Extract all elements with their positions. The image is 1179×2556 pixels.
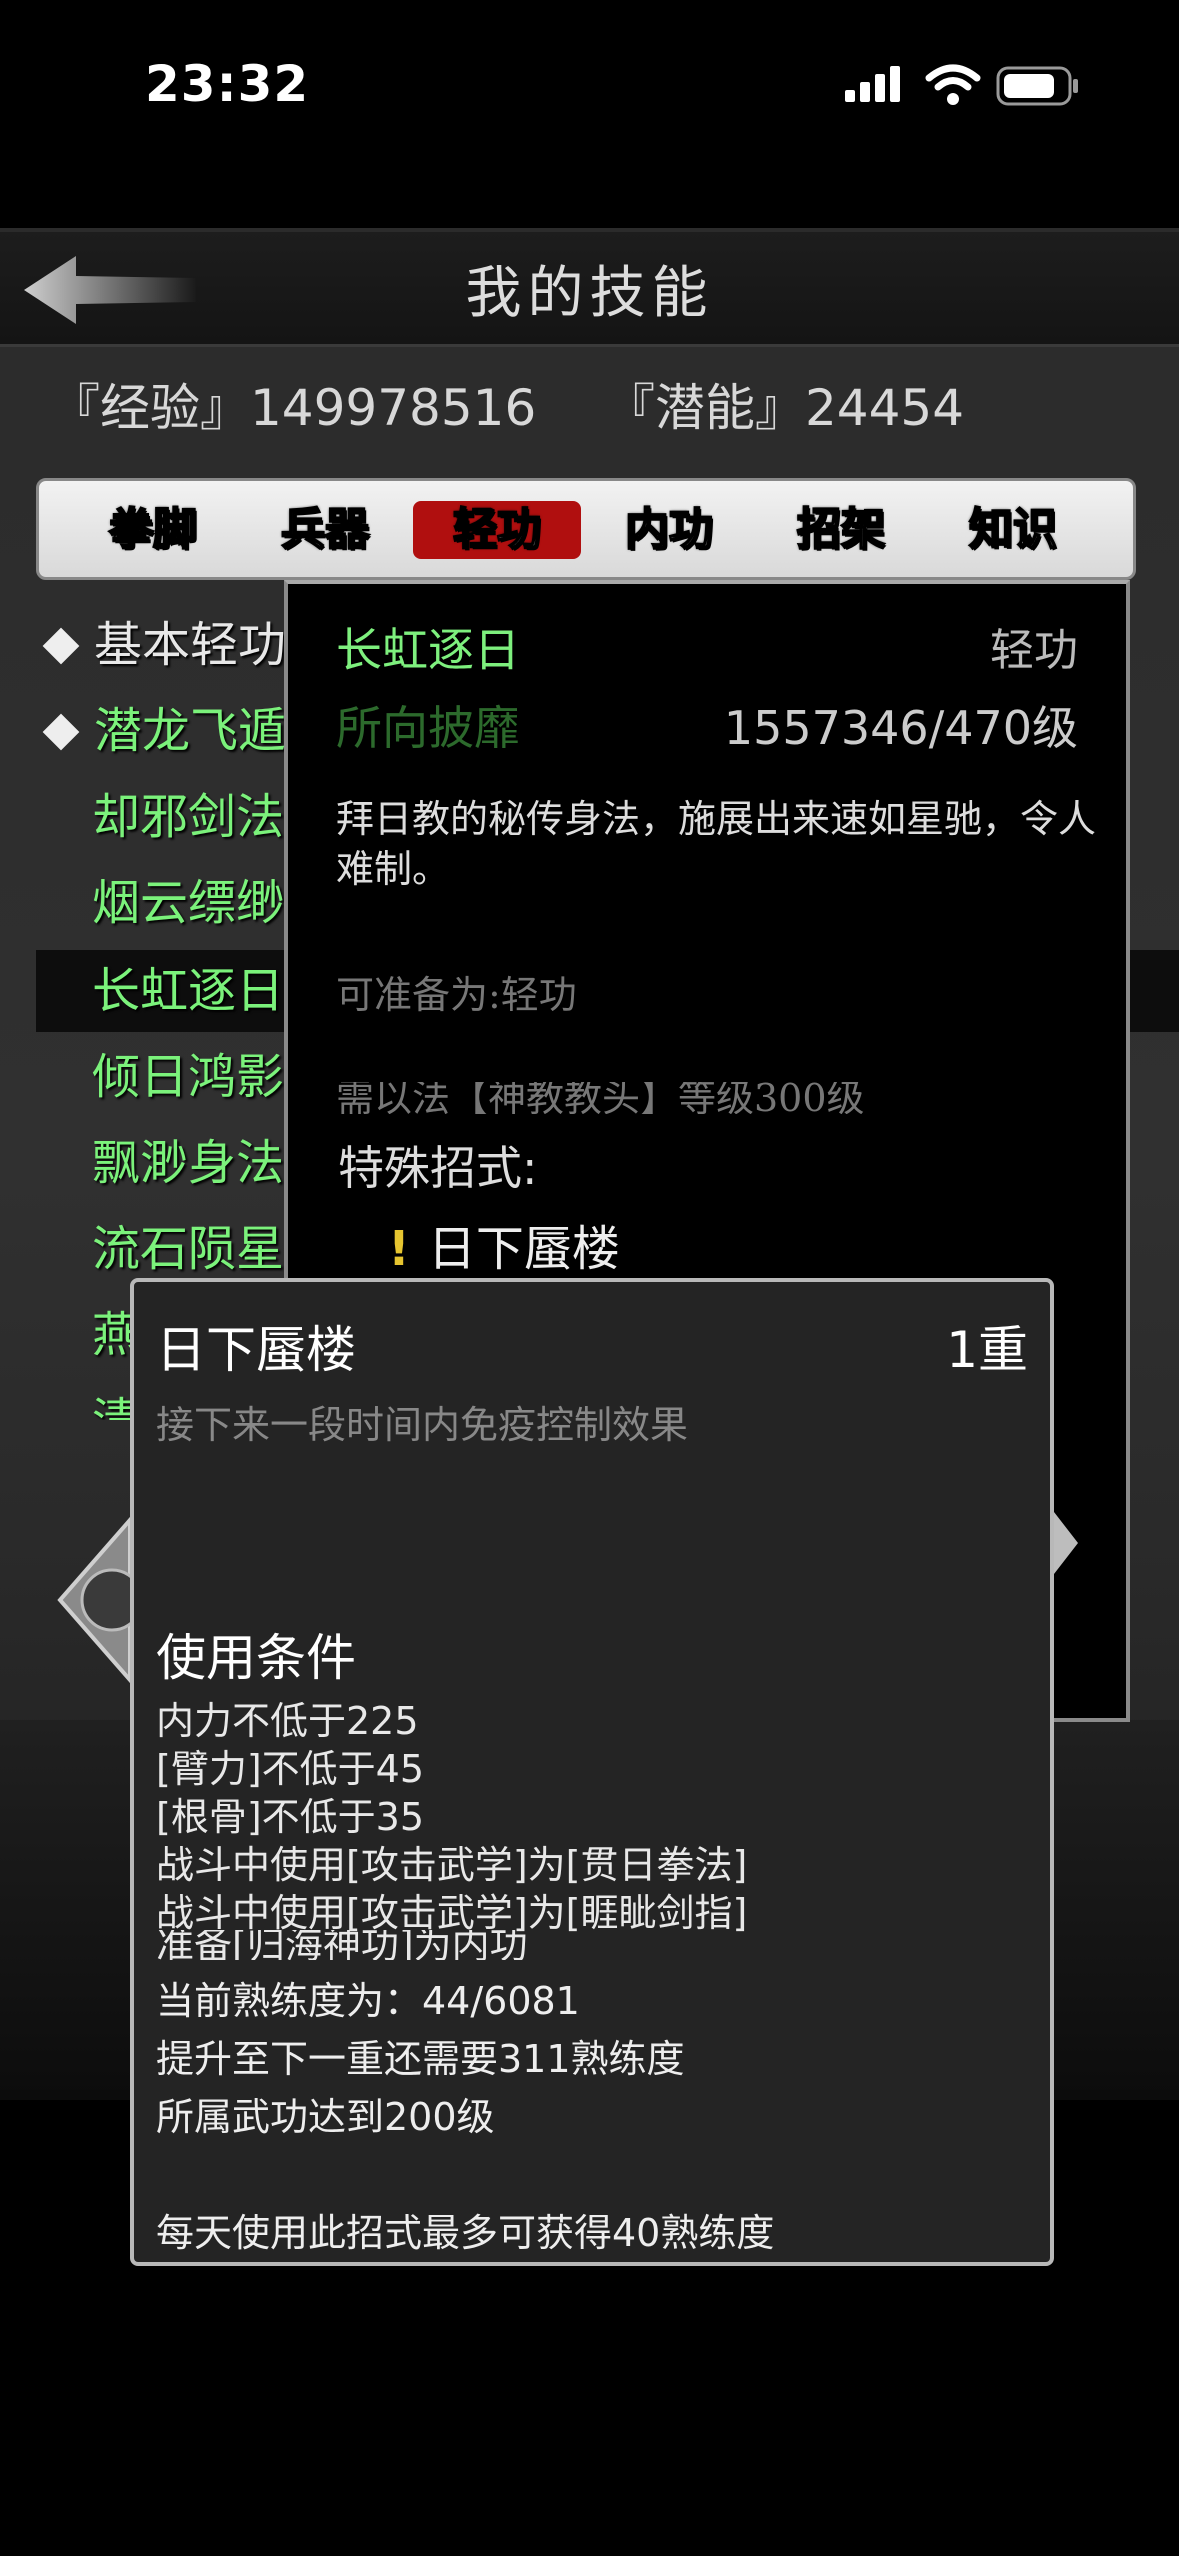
scroll-clip: 需以法【神教教头】等级300级 — [336, 1082, 1096, 1114]
condition-item: [臂力]不低于45 — [156, 1747, 425, 1791]
condition-item: 内力不低于225 — [156, 1699, 419, 1743]
status-time: 23:32 — [145, 55, 310, 113]
tab-quanjiao[interactable]: 拳脚 — [69, 501, 237, 559]
move-rank: 1重 — [946, 1321, 1028, 1379]
tab-zhaojia[interactable]: 招架 — [757, 501, 925, 559]
condition-item: 准备[归海神功]为内功 — [156, 1930, 528, 1960]
decorative-arrow-icon — [1054, 1512, 1078, 1574]
skill-requirement: 需以法【神教教头】等级300级 — [336, 1082, 865, 1114]
move-name: 日下蜃楼 — [156, 1321, 356, 1379]
move-detail-popup: 日下蜃楼 1重 接下来一段时间内免疫控制效果 使用条件 内力不低于225 [臂力… — [130, 1278, 1054, 2266]
move-effect: 接下来一段时间内免疫控制效果 — [156, 1403, 689, 1447]
condition-item: [根骨]不低于35 — [156, 1795, 425, 1839]
skill-type: 轻功 — [990, 625, 1078, 676]
proficiency-text: 当前熟练度为：44/6081 — [156, 1979, 580, 2023]
skill-name: 长虹逐日 — [336, 623, 520, 677]
conditions-title: 使用条件 — [156, 1629, 356, 1687]
skill-description: 拜日教的秘传身法，施展出来速如星驰，令人难制。 — [336, 797, 1097, 891]
experience-stat: 『经验』149978516 — [50, 379, 537, 437]
page-title: 我的技能 — [465, 261, 714, 326]
special-moves-title: 特殊招式: — [338, 1141, 538, 1195]
battery-icon — [996, 66, 1078, 106]
conditions-scroll-clip: 准备[归海神功]为内功 — [156, 1930, 1016, 1960]
wifi-icon — [925, 64, 981, 105]
skill-prep: 可准备为:轻功 — [336, 973, 577, 1017]
exclamation-icon: ! — [388, 1221, 410, 1277]
tab-neigong[interactable]: 内功 — [585, 501, 753, 559]
tab-qinggong[interactable]: 轻功 — [413, 501, 581, 559]
potential-stat: 『潜能』24454 — [605, 379, 965, 437]
next-rank-text: 提升至下一重还需要311熟练度 — [156, 2037, 685, 2081]
diamond-bullet-icon — [42, 713, 80, 750]
decorative-emblem-icon — [57, 1514, 140, 1686]
daily-cap-text: 每天使用此招式最多可获得40熟练度 — [156, 2211, 775, 2255]
condition-item: 战斗中使用[攻击武学]为[睚眦剑指] — [156, 1891, 748, 1935]
skill-move-name: 所向披靡 — [336, 701, 520, 755]
condition-item: 战斗中使用[攻击武学]为[贯日拳法] — [156, 1843, 748, 1887]
diamond-bullet-icon — [42, 627, 80, 664]
skill-category-tabs: 拳脚 兵器 轻功 内功 招架 知识 — [36, 478, 1136, 580]
cellular-signal-icon — [845, 66, 900, 102]
skill-level: 1557346/470级 — [723, 701, 1078, 755]
skill-level-requirement: 所属武功达到200级 — [156, 2095, 495, 2139]
tab-zhishi[interactable]: 知识 — [929, 501, 1097, 559]
tab-bingqi[interactable]: 兵器 — [241, 501, 409, 559]
special-move-item[interactable]: ! 日下蜃楼 — [388, 1209, 620, 1279]
